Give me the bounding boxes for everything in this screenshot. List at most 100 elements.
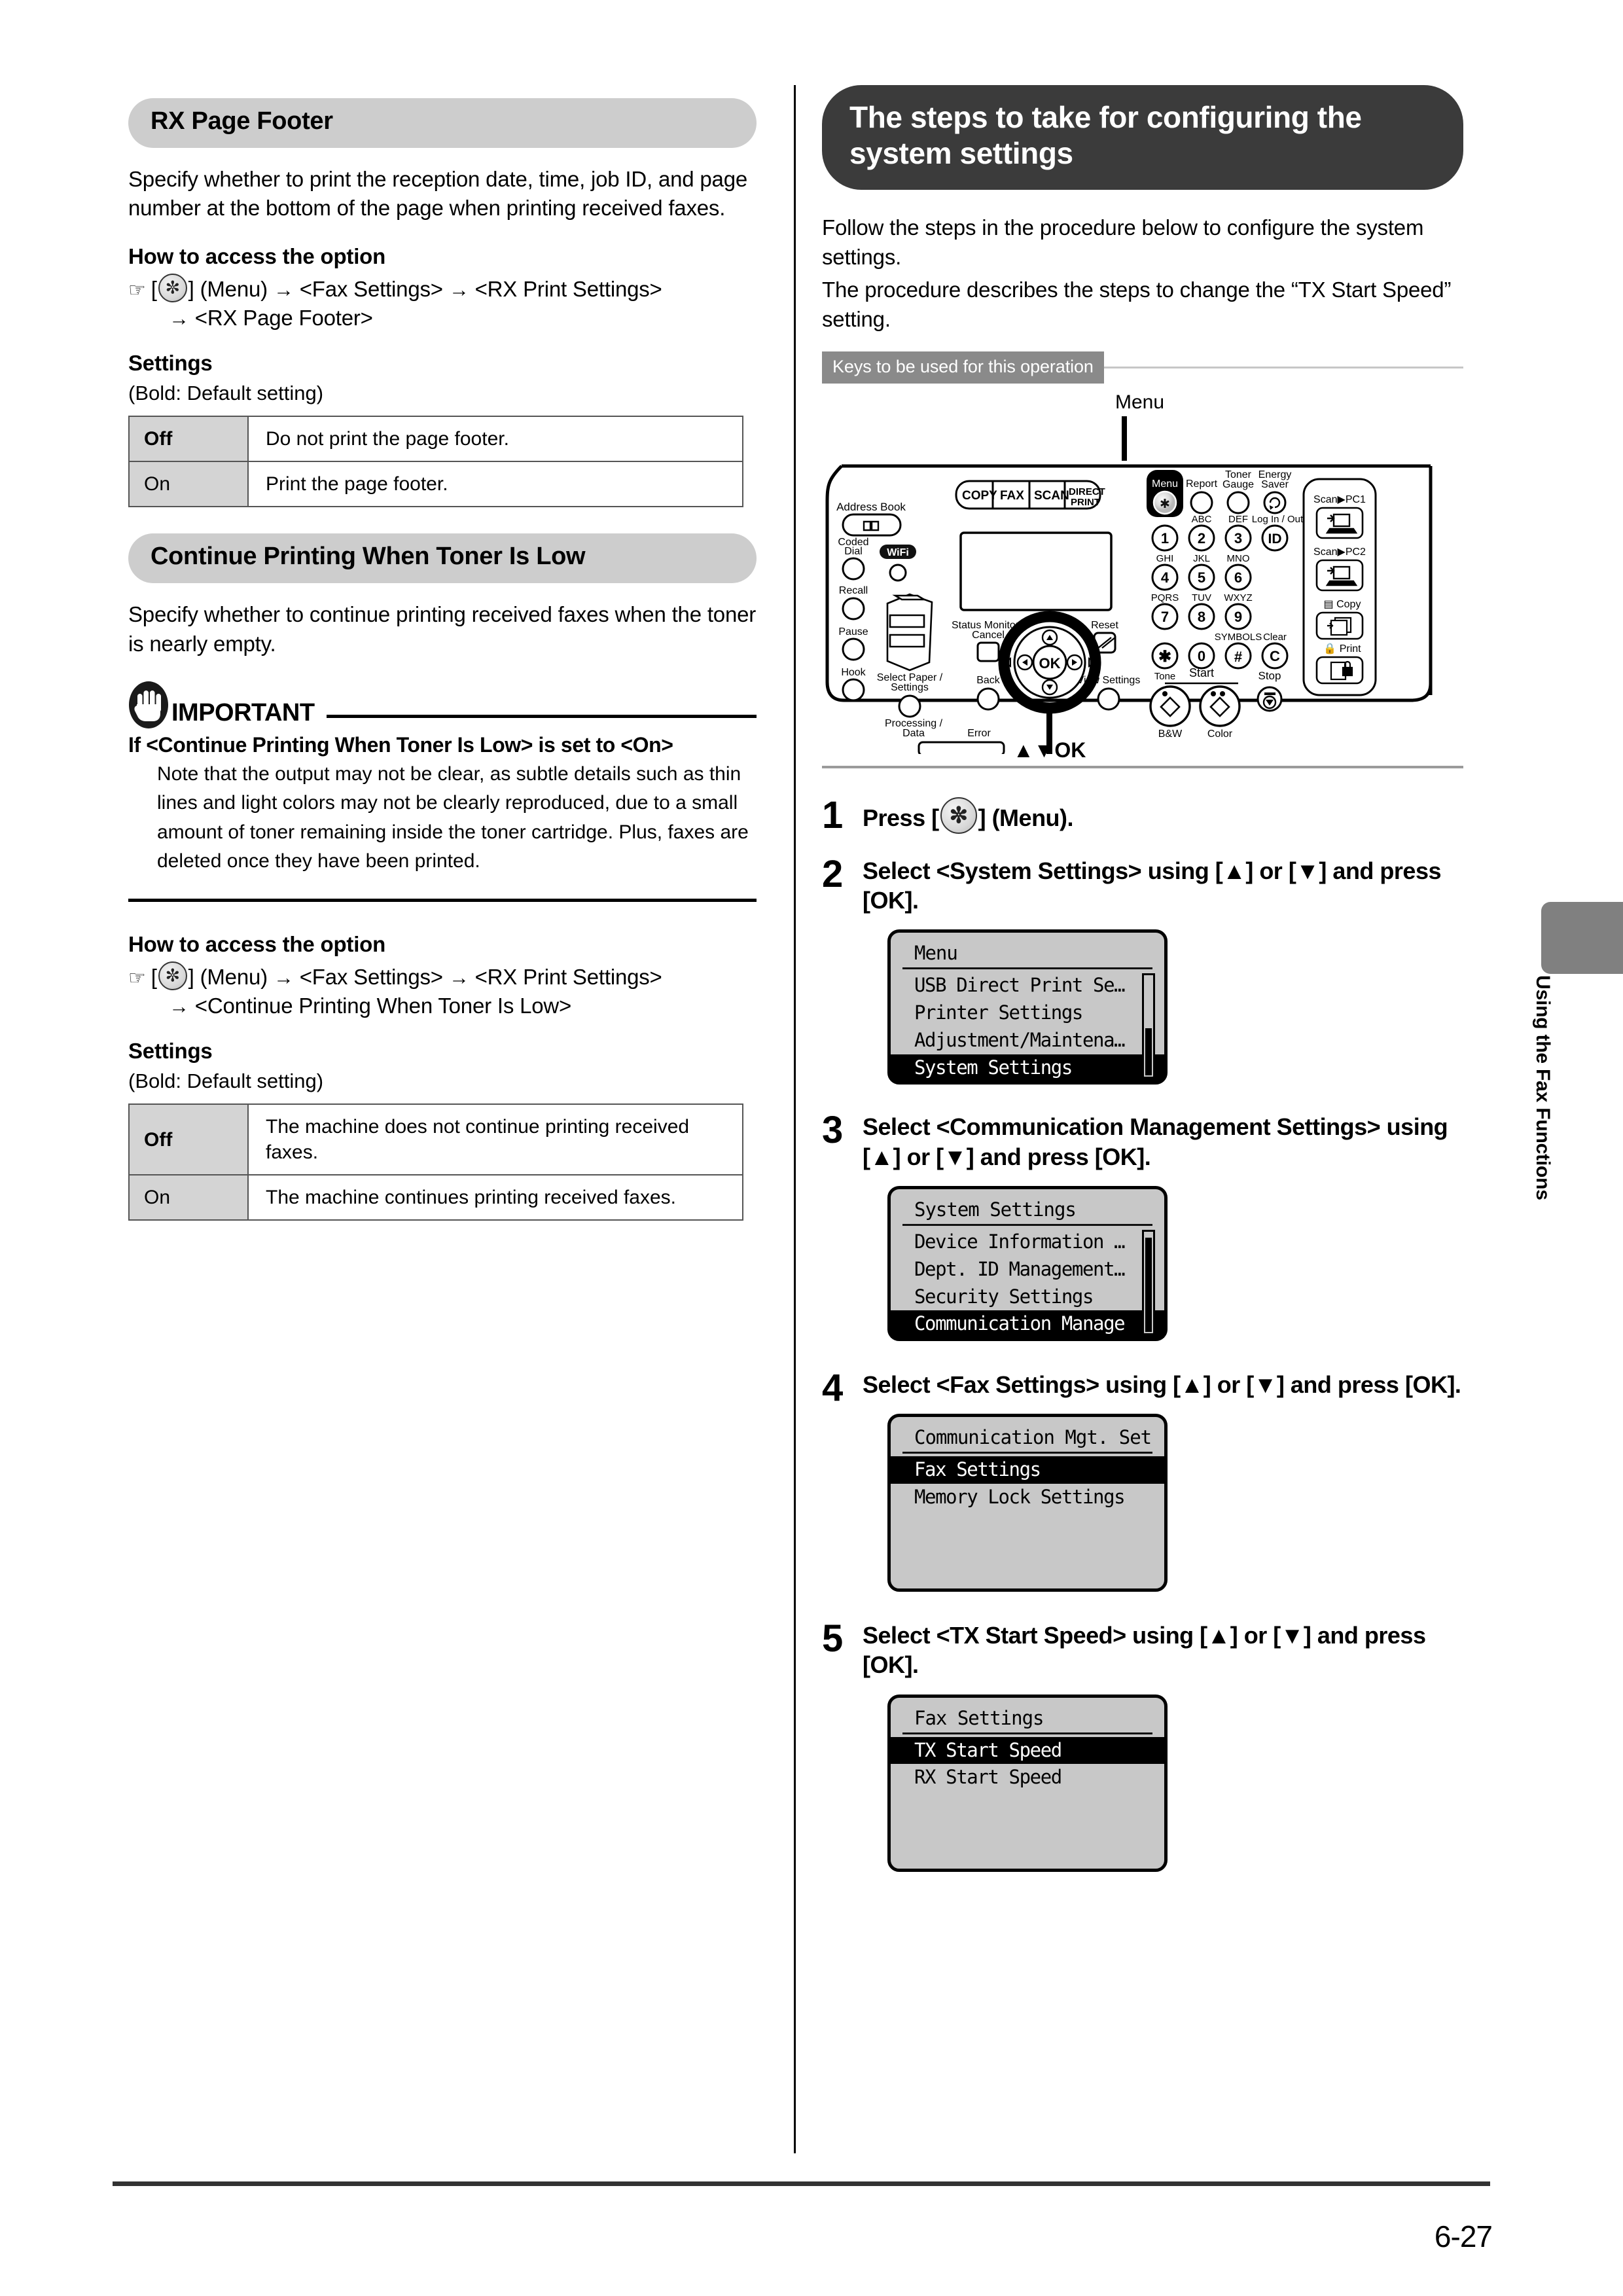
- svg-text:OK: OK: [1039, 655, 1061, 672]
- svg-text:Data: Data: [902, 728, 925, 739]
- step-1: 1 Press [] (Menu).: [822, 793, 1463, 836]
- svg-text:Pause: Pause: [838, 626, 868, 637]
- svg-text:Error: Error: [967, 728, 991, 739]
- svg-text:PQRS: PQRS: [1151, 592, 1179, 603]
- nav-ok-callout-label: ▲▼OK: [1013, 738, 1086, 762]
- settings-note-1: (Bold: Default setting): [128, 382, 324, 404]
- important-callout: IMPORTANT If <Continue Printing When Ton…: [128, 678, 757, 902]
- svg-text:🔒 Print: 🔒 Print: [1323, 643, 1361, 655]
- svg-text:Settings: Settings: [891, 682, 929, 693]
- arrow-icon: →: [448, 278, 469, 301]
- arrow-icon: →: [273, 965, 294, 989]
- lcd-item-selected[interactable]: TX Start Speed: [891, 1736, 1164, 1765]
- svg-text:TUV: TUV: [1192, 592, 1211, 603]
- svg-text:GHI: GHI: [1156, 553, 1174, 564]
- svg-text:B&W: B&W: [1158, 728, 1183, 740]
- svg-text:2: 2: [1198, 530, 1205, 547]
- lcd-title: System Settings: [902, 1197, 1152, 1226]
- option-value: The machine continues printing received …: [247, 1174, 743, 1221]
- lcd-scrollbar-thumb[interactable]: [1145, 1028, 1152, 1076]
- svg-text:ABC: ABC: [1192, 514, 1212, 525]
- lcd-title: Menu: [902, 941, 1152, 970]
- lcd-item[interactable]: RX Start Speed: [891, 1764, 1164, 1791]
- svg-text:Menu: Menu: [1152, 478, 1178, 490]
- lcd-title: Fax Settings: [902, 1706, 1152, 1734]
- svg-text:COPY: COPY: [962, 489, 997, 503]
- svg-text:Tone: Tone: [1154, 671, 1176, 682]
- lcd-scrollbar-thumb[interactable]: [1145, 1238, 1152, 1332]
- access-path-2-menu: ] (Menu): [188, 964, 268, 989]
- svg-text:▤ Copy: ▤ Copy: [1324, 599, 1361, 610]
- how-to-access-heading-2: How to access the option: [128, 931, 386, 956]
- lcd-scrollbar[interactable]: [1142, 1230, 1155, 1335]
- svg-text:Scan▶PC2: Scan▶PC2: [1313, 547, 1366, 558]
- lcd-scrollbar[interactable]: [1142, 973, 1155, 1079]
- access-path-2: ☞[] (Menu) → <Fax Settings> → <RX Print …: [128, 961, 757, 1020]
- svg-text:Recall: Recall: [839, 585, 868, 596]
- svg-text:6: 6: [1234, 569, 1242, 586]
- svg-text:Back: Back: [976, 675, 1001, 686]
- settings-table-continue-printing: Off The machine does not continue printi…: [128, 1103, 743, 1221]
- lcd-title: Communication Mgt. Set: [902, 1425, 1152, 1454]
- intro-paragraph-2: The procedure describes the steps to cha…: [822, 278, 1452, 332]
- intro-paragraph-1: Follow the steps in the procedure below …: [822, 215, 1424, 269]
- right-column: The steps to take for configuring the sy…: [822, 85, 1463, 1873]
- svg-text:SCAN: SCAN: [1034, 489, 1069, 503]
- lcd-item[interactable]: USB Direct Print Se…: [891, 972, 1164, 999]
- svg-text:Color: Color: [1207, 728, 1233, 740]
- lcd-item[interactable]: Device Information …: [891, 1229, 1164, 1256]
- lcd-list: Device Information … Dept. ID Management…: [891, 1226, 1164, 1338]
- option-key: Off: [128, 1103, 249, 1176]
- svg-text:C: C: [1270, 648, 1280, 664]
- step-1-text-before: Press [: [863, 804, 939, 831]
- menu-key-icon: [158, 961, 187, 990]
- access-path-1: ☞[] (Menu) → <Fax Settings> → <RX Print …: [128, 273, 757, 332]
- section-heading-continue-printing: Continue Printing When Toner Is Low: [128, 533, 757, 583]
- option-key: Off: [128, 416, 249, 463]
- menu-key-icon: [158, 273, 187, 302]
- step-4: 4 Select <Fax Settings> using [▲] or [▼]…: [822, 1369, 1463, 1592]
- settings-table-rx-page-footer: Off Do not print the page footer. On Pri…: [128, 416, 743, 508]
- lcd-item[interactable]: Security Settings: [891, 1283, 1164, 1311]
- lcd-list: TX Start Speed RX Start Speed: [891, 1734, 1164, 1792]
- lcd-item[interactable]: Adjustment/Maintena…: [891, 1027, 1164, 1054]
- svg-text:Saver: Saver: [1261, 479, 1289, 490]
- continue-printing-description: Specify whether to continue printing rec…: [128, 601, 757, 656]
- lcd-screen-fax-settings: Fax Settings TX Start Speed RX Start Spe…: [887, 1694, 1168, 1873]
- svg-text:8: 8: [1198, 609, 1205, 625]
- lcd-item-selected[interactable]: System Settings: [891, 1054, 1164, 1082]
- step-3: 3 Select <Communication Management Setti…: [822, 1111, 1463, 1341]
- svg-text:Cancel: Cancel: [972, 630, 1005, 641]
- step-number: 1: [822, 793, 843, 836]
- svg-text:#: #: [1234, 649, 1242, 665]
- step-3-text: Select <Communication Management Setting…: [863, 1113, 1448, 1170]
- lcd-item-selected[interactable]: Communication Manage: [891, 1310, 1164, 1338]
- svg-text:Start: Start: [1189, 666, 1214, 679]
- column-divider: [794, 85, 796, 2153]
- lcd-item[interactable]: Printer Settings: [891, 999, 1164, 1027]
- lcd-item-selected[interactable]: Fax Settings: [891, 1456, 1164, 1484]
- arrow-icon: →: [273, 278, 294, 301]
- lcd-item[interactable]: Memory Lock Settings: [891, 1484, 1164, 1511]
- figure-bottom-rule: [822, 765, 1463, 768]
- step-2: 2 Select <System Settings> using [▲] or …: [822, 855, 1463, 1085]
- svg-text:9: 9: [1234, 609, 1242, 625]
- option-key: On: [128, 1174, 249, 1221]
- svg-text:✱: ✱: [1160, 497, 1170, 511]
- step-1-text: Press [] (Menu).: [863, 797, 1463, 834]
- svg-text:WiFi: WiFi: [887, 547, 909, 558]
- access-path-2-seg3: <RX Print Settings>: [474, 964, 662, 989]
- svg-text:FAX: FAX: [1000, 489, 1024, 503]
- lcd-item[interactable]: Dept. ID Management…: [891, 1256, 1164, 1283]
- option-value: The machine does not continue printing r…: [247, 1103, 743, 1176]
- svg-text:0: 0: [1198, 648, 1205, 664]
- lcd-list: Fax Settings Memory Lock Settings: [891, 1454, 1164, 1511]
- option-value: Print the page footer.: [247, 461, 743, 508]
- page-number: 6-27: [1434, 2219, 1493, 2253]
- table-row: Off The machine does not continue printi…: [128, 1103, 743, 1176]
- step-5: 5 Select <TX Start Speed> using [▲] or […: [822, 1619, 1463, 1873]
- rx-page-footer-description: Specify whether to print the reception d…: [128, 166, 748, 221]
- access-path-2-line2-wrap: → <Continue Printing When Toner Is Low>: [128, 992, 757, 1020]
- access-path-2-seg2: <Fax Settings>: [299, 964, 443, 989]
- svg-text:JKL: JKL: [1193, 553, 1210, 564]
